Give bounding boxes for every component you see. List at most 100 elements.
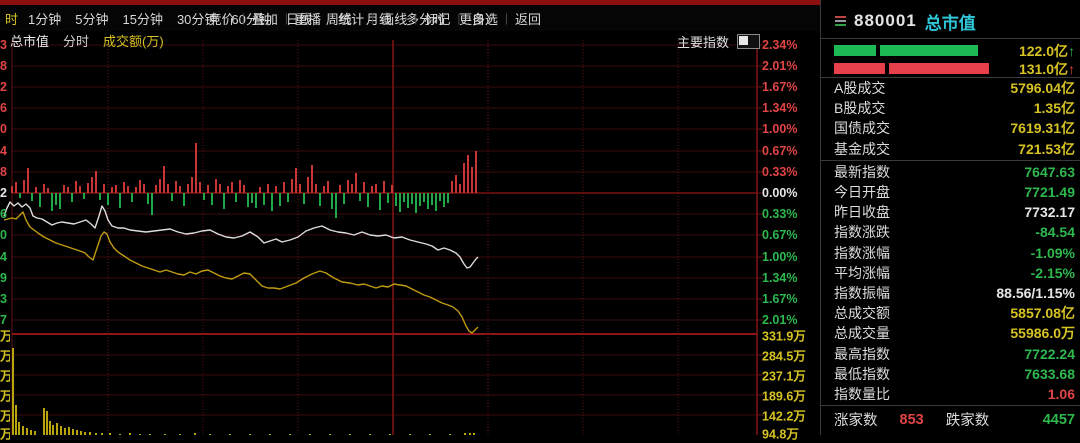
quote-stat-row: A股成交5796.04亿 xyxy=(821,78,1080,98)
stat-value: 88.56/1.15% xyxy=(996,285,1075,301)
percent-axis-label: 0.33% xyxy=(762,165,797,179)
stat-value: 1.35亿 xyxy=(1034,98,1075,118)
stat-label: 最低指数 xyxy=(834,364,890,384)
percent-axis-label: 1.34% xyxy=(762,271,797,285)
index-axis-digit: 4 xyxy=(0,250,10,264)
percent-axis-label: 0.67% xyxy=(762,228,797,242)
volume-axis-fragment: 万 xyxy=(0,424,10,443)
advancing-money-amount: 122.0亿 xyxy=(1019,43,1068,59)
advancing-money-value: 122.0亿↑ xyxy=(1019,41,1075,61)
index-axis-digit: 6 xyxy=(0,101,10,115)
volume-axis-fragment: 万 xyxy=(0,386,10,405)
up-arrow-icon: ↑ xyxy=(1068,61,1075,77)
volume-axis-label: 237.1万 xyxy=(762,366,806,385)
quote-stat-row: 今日开盘7721.49 xyxy=(821,182,1080,202)
volume-axis-fragment: 万 xyxy=(0,406,10,425)
stat-label: 平均涨幅 xyxy=(834,263,890,283)
volume-axis-label: 189.6万 xyxy=(762,386,806,405)
stat-value: 7722.24 xyxy=(1024,346,1075,362)
intraday-chart-area xyxy=(0,31,820,435)
advancing-money-bar xyxy=(834,45,978,56)
declining-money-value: 131.0亿↑ xyxy=(1019,59,1075,79)
index-name: 总市值 xyxy=(925,9,976,34)
declining-money-bar xyxy=(834,63,989,74)
quote-stat-row: B股成交1.35亿 xyxy=(821,98,1080,118)
quote-stat-row: 指数量比 1.06 xyxy=(821,384,1080,404)
quote-stat-row: 国债成交 7619.31亿 xyxy=(821,118,1080,138)
advance-decline-row: 涨家数 853 跌家数 4457 xyxy=(821,409,1080,430)
index-axis-digit: 8 xyxy=(0,59,10,73)
stock-index-intraday-screen: { "colors": {"red":"#e14444","green":"#2… xyxy=(0,0,1080,435)
quote-stat-row: 总成交量 55986.0万 xyxy=(821,323,1080,343)
stat-value: 7732.17 xyxy=(1024,204,1075,220)
quote-stat-row: 总成交额5857.08亿 xyxy=(821,303,1080,323)
stat-value: 7721.49 xyxy=(1024,184,1075,200)
volume-axis-fragment: 万 xyxy=(0,326,10,345)
stat-label: 国债成交 xyxy=(834,118,890,138)
declining-money-amount: 131.0亿 xyxy=(1019,61,1068,77)
stat-label: 指数涨幅 xyxy=(834,243,890,263)
stat-label: 基金成交 xyxy=(834,139,890,159)
down-count-value: 4457 xyxy=(1043,412,1075,428)
toggle-knob xyxy=(739,36,748,45)
volume-axis-label: 331.9万 xyxy=(762,326,806,345)
quote-stat-row: 指数涨跌 -84.54 xyxy=(821,222,1080,242)
stat-value: 7619.31亿 xyxy=(1010,118,1075,138)
money-bar-segment xyxy=(834,45,876,56)
index-axis-digit: 3 xyxy=(0,292,10,306)
index-axis-digit: 8 xyxy=(0,165,10,179)
intraday-chart-canvas[interactable] xyxy=(0,0,820,435)
quote-stats-list: A股成交5796.04亿B股成交1.35亿国债成交7619.31亿基金成交721… xyxy=(821,78,1080,407)
percent-axis-label: 2.01% xyxy=(762,59,797,73)
volume-axis-fragment: 万 xyxy=(0,366,10,385)
stat-value: -84.54 xyxy=(1035,224,1075,240)
panel-divider xyxy=(821,405,1080,406)
stat-value: -2.15% xyxy=(1031,265,1075,281)
index-axis-digit: 9 xyxy=(0,271,10,285)
legend-item[interactable]: 成交额(万) xyxy=(103,31,164,50)
stat-label: 昨日收盘 xyxy=(834,202,890,222)
stat-label: 最新指数 xyxy=(834,162,890,182)
volume-axis-label: 94.8万 xyxy=(762,424,799,443)
stat-label: A股成交 xyxy=(834,78,885,98)
percent-axis-label: 0.33% xyxy=(762,207,797,221)
stat-label: 指数振幅 xyxy=(834,283,890,303)
percent-axis-label: 1.67% xyxy=(762,80,797,94)
menu-icon[interactable] xyxy=(835,16,846,26)
quote-panel-header[interactable]: 880001 总市值 xyxy=(821,7,1080,35)
stat-label: 指数涨跌 xyxy=(834,222,890,242)
percent-axis-label: 1.00% xyxy=(762,250,797,264)
stat-value: 7647.63 xyxy=(1024,164,1075,180)
stat-value: 1.06 xyxy=(1048,386,1075,402)
major-index-toggle[interactable] xyxy=(737,34,760,49)
index-axis-digit: 0 xyxy=(0,122,10,136)
percent-axis-label: 0.00% xyxy=(762,186,797,200)
quote-stat-row: 指数涨幅 -1.09% xyxy=(821,243,1080,263)
percent-axis-label: 1.00% xyxy=(762,122,797,136)
money-bar-segment xyxy=(880,45,978,56)
percent-axis-label: 1.67% xyxy=(762,292,797,306)
percent-axis-label: 0.67% xyxy=(762,144,797,158)
stat-value: 55986.0万 xyxy=(1010,323,1075,343)
index-axis-digit: 6 xyxy=(0,207,10,221)
major-index-label: 主要指数 xyxy=(677,32,729,51)
legend-item[interactable]: 分时 xyxy=(63,31,89,50)
stat-value: -1.09% xyxy=(1031,245,1075,261)
quote-stat-row: 指数振幅 88.56/1.15% xyxy=(821,283,1080,303)
volume-axis-label: 142.2万 xyxy=(762,406,806,425)
panel-divider xyxy=(821,160,1080,161)
index-axis-digit: 2 xyxy=(0,186,10,200)
panel-divider xyxy=(821,38,1080,39)
stat-label: 指数量比 xyxy=(834,384,890,404)
index-axis-digit: 0 xyxy=(0,228,10,242)
percent-axis-label: 1.34% xyxy=(762,101,797,115)
up-count-label: 涨家数 xyxy=(834,409,878,430)
quote-stat-row: 最新指数 7647.63 xyxy=(821,162,1080,182)
up-count-value: 853 xyxy=(900,412,924,428)
index-quote-panel: 880001 总市值 122.0亿↑ 131.0亿↑ A股成交5796.04亿B… xyxy=(820,0,1080,435)
stat-label: 总成交量 xyxy=(834,323,890,343)
legend-item[interactable]: 总市值 xyxy=(10,31,49,50)
down-count-label: 跌家数 xyxy=(946,409,990,430)
index-axis-digit: 4 xyxy=(0,144,10,158)
index-axis-digit: 2 xyxy=(0,80,10,94)
